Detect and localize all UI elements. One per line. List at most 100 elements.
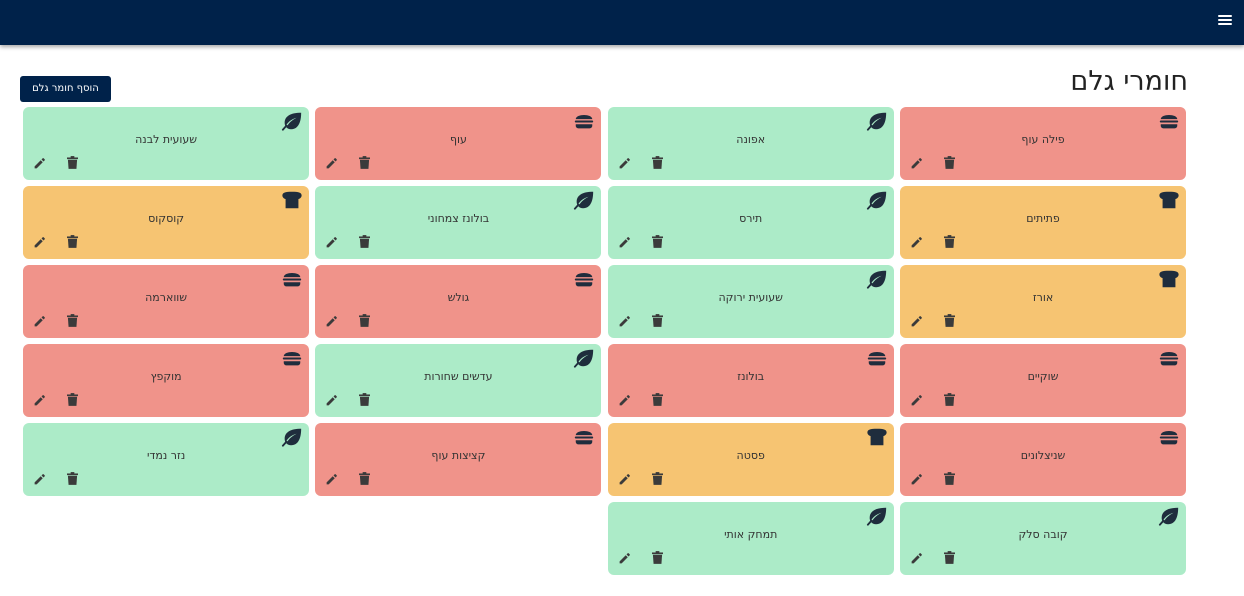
pencil-icon[interactable]: [33, 473, 46, 486]
ingredient-card: מוקפץ: [23, 344, 310, 417]
leaf-icon: [281, 111, 303, 131]
page-title: חומרי גלם: [1070, 66, 1188, 97]
ingredient-card: קוסקוס: [23, 186, 310, 259]
burger-icon: [866, 348, 888, 368]
pencil-icon[interactable]: [33, 315, 46, 328]
pencil-icon[interactable]: [910, 394, 923, 407]
ingredient-card: עוף: [315, 107, 602, 180]
pencil-icon[interactable]: [325, 157, 338, 170]
leaf-icon: [866, 111, 888, 131]
leaf-icon: [866, 506, 888, 526]
trash-icon[interactable]: [67, 235, 79, 248]
trash-icon[interactable]: [944, 235, 955, 248]
ingredient-name: אפונה: [736, 133, 766, 146]
ingredient-card: בולונז צמחוני: [315, 186, 602, 259]
ingredient-name: תירס: [739, 212, 763, 225]
burger-icon: [281, 269, 303, 289]
pencil-icon[interactable]: [618, 315, 631, 328]
ingredient-name: תמחק אותי: [724, 528, 778, 541]
ingredient-name: שעועית ירוקה: [718, 291, 783, 304]
ingredient-card: שוקיים: [900, 344, 1186, 417]
ingredient-card: אורז: [900, 265, 1186, 338]
trash-icon[interactable]: [651, 314, 663, 327]
trash-icon[interactable]: [67, 156, 79, 169]
pencil-icon[interactable]: [618, 552, 631, 565]
trash-icon[interactable]: [944, 314, 955, 327]
ingredient-name: קציצות עוף: [431, 449, 486, 462]
leaf-icon: [573, 190, 595, 210]
pencil-icon[interactable]: [325, 236, 338, 249]
hamburger-menu-icon[interactable]: [1218, 15, 1232, 27]
pencil-icon[interactable]: [910, 157, 923, 170]
burger-icon: [1158, 427, 1180, 447]
ingredient-card: נזר נמדי: [23, 423, 310, 496]
pencil-icon[interactable]: [33, 157, 46, 170]
ingredient-name: פתיתים: [1026, 212, 1060, 225]
ingredient-name: אורז: [1032, 291, 1054, 304]
pencil-icon[interactable]: [618, 236, 631, 249]
ingredient-card: פסטה: [607, 423, 894, 496]
trash-icon[interactable]: [67, 472, 79, 485]
burger-icon: [281, 348, 303, 368]
trash-icon[interactable]: [359, 314, 371, 327]
leaf-icon: [866, 269, 888, 289]
ingredient-card: בולונז: [607, 344, 894, 417]
trash-icon[interactable]: [67, 393, 79, 406]
top-app-bar: [0, 0, 1244, 45]
add-ingredient-button[interactable]: הוסף חומר גלם: [20, 76, 111, 102]
ingredient-name: קוסקוס: [148, 212, 185, 225]
trash-icon[interactable]: [651, 393, 663, 406]
bread-icon: [1158, 269, 1180, 289]
leaf-icon: [573, 348, 595, 368]
ingredient-card: עדשים שחורות: [315, 344, 602, 417]
pencil-icon[interactable]: [618, 157, 631, 170]
leaf-icon: [281, 427, 303, 447]
trash-icon[interactable]: [651, 235, 663, 248]
pencil-icon[interactable]: [325, 315, 338, 328]
trash-icon[interactable]: [359, 156, 371, 169]
pencil-icon[interactable]: [910, 473, 923, 486]
ingredient-card: אפונה: [607, 107, 894, 180]
ingredient-name: פילה עוף: [1021, 133, 1065, 146]
pencil-icon[interactable]: [33, 394, 46, 407]
ingredient-card: קובה סלק: [900, 502, 1186, 575]
ingredient-name: קובה סלק: [1018, 528, 1068, 541]
ingredient-card: שעועית ירוקה: [607, 265, 894, 338]
pencil-icon[interactable]: [910, 315, 923, 328]
ingredient-card: גולש: [315, 265, 602, 338]
pencil-icon[interactable]: [618, 473, 631, 486]
ingredient-card: תמחק אותי: [607, 502, 894, 575]
ingredient-name: בולונז צמחוני: [427, 212, 490, 225]
pencil-icon[interactable]: [33, 236, 46, 249]
ingredient-name: שניצלונים: [1020, 449, 1066, 462]
trash-icon[interactable]: [359, 235, 371, 248]
pencil-icon[interactable]: [910, 236, 923, 249]
ingredient-card: פתיתים: [900, 186, 1186, 259]
ingredient-name: שווארמה: [145, 291, 188, 304]
burger-icon: [573, 111, 595, 131]
trash-icon[interactable]: [651, 472, 663, 485]
bread-icon: [1158, 190, 1180, 210]
leaf-icon: [1158, 506, 1180, 526]
bread-icon: [866, 427, 888, 447]
pencil-icon[interactable]: [325, 394, 338, 407]
trash-icon[interactable]: [359, 393, 371, 406]
trash-icon[interactable]: [944, 551, 955, 564]
trash-icon[interactable]: [359, 472, 371, 485]
ingredient-card: שעועית לבנה: [23, 107, 310, 180]
trash-icon[interactable]: [651, 551, 663, 564]
trash-icon[interactable]: [651, 156, 663, 169]
trash-icon[interactable]: [944, 156, 955, 169]
ingredient-name: פסטה: [736, 449, 765, 462]
trash-icon[interactable]: [944, 393, 955, 406]
pencil-icon[interactable]: [325, 473, 338, 486]
trash-icon[interactable]: [67, 314, 79, 327]
trash-icon[interactable]: [944, 472, 955, 485]
pencil-icon[interactable]: [910, 552, 923, 565]
pencil-icon[interactable]: [618, 394, 631, 407]
ingredient-name: שוקיים: [1027, 370, 1059, 383]
ingredient-name: מוקפץ: [150, 370, 182, 383]
ingredient-card: קציצות עוף: [315, 423, 602, 496]
burger-icon: [1158, 348, 1180, 368]
ingredient-name: בולונז: [737, 370, 765, 383]
